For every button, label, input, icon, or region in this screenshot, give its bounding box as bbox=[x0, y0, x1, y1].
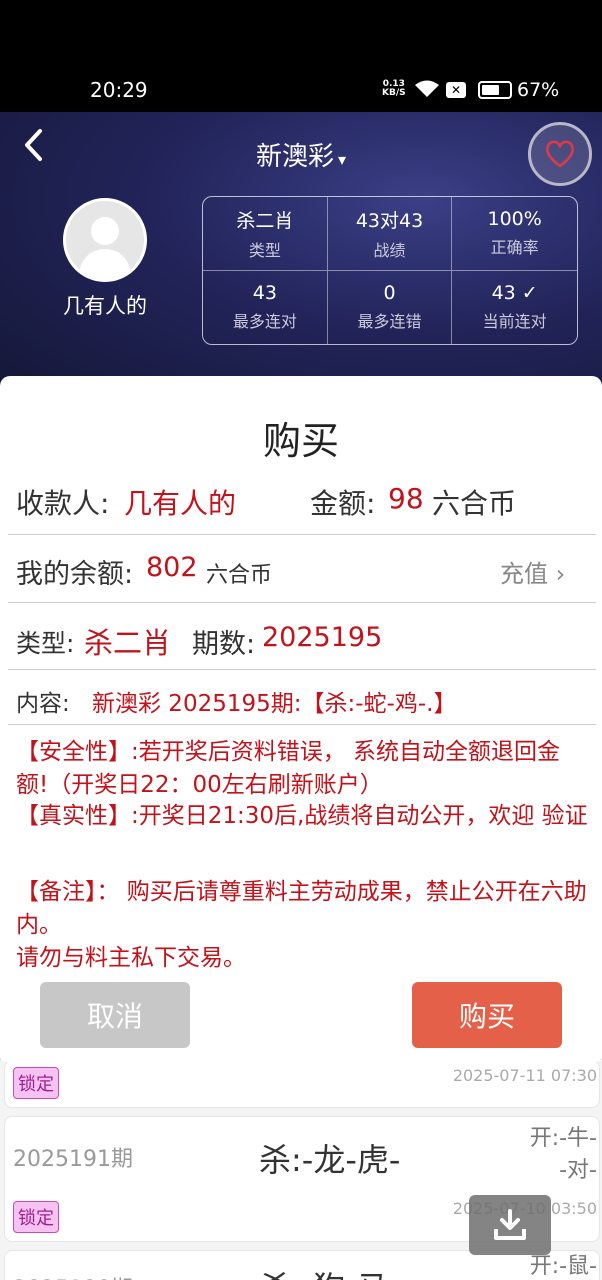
period-value: 2025195 bbox=[262, 622, 383, 653]
stat-value: 100% bbox=[487, 208, 542, 231]
cancel-button[interactable]: 取消 bbox=[40, 982, 190, 1048]
content-value: 新澳彩 2025195期:【杀:-蛇-鸡-.】 bbox=[92, 691, 457, 717]
stat-label: 当前连对 bbox=[482, 312, 547, 332]
balance-value: 802 bbox=[146, 552, 198, 583]
item-period: 2025191期 bbox=[13, 1147, 133, 1172]
battery-percent: 67% bbox=[517, 79, 560, 101]
stats-grid: 杀二肖类型 43对43 战绩 100% 正确率 43 最多连对 0 最多连错 43 ✓ 当… bbox=[202, 196, 578, 345]
payee-label: 收款人: bbox=[16, 487, 110, 520]
balance-label: 我的余额: bbox=[16, 559, 134, 590]
battery-icon bbox=[478, 81, 512, 99]
item-pick: 杀:-狗-马- bbox=[259, 1263, 400, 1280]
notice-remark: 【备注】： 购买后请尊重料主劳动成果，禁止公开在六助内。 bbox=[16, 879, 587, 938]
stat-type: 杀二肖 类型 bbox=[203, 197, 328, 271]
stat-value: 43对43 bbox=[355, 209, 424, 232]
page-title: 新澳彩 bbox=[255, 142, 334, 172]
stat-record: 43对43 战绩 bbox=[327, 197, 453, 271]
item-result-status: -对- bbox=[559, 1158, 597, 1183]
lottery-selector[interactable]: 新澳彩 ▾ bbox=[0, 136, 602, 173]
divider bbox=[8, 669, 596, 670]
favorite-button[interactable] bbox=[528, 122, 592, 186]
user-icon bbox=[78, 217, 132, 279]
balance-currency: 六合币 bbox=[206, 563, 273, 588]
stat-value: 0 bbox=[383, 282, 396, 305]
item-pick: 杀:-龙-虎- bbox=[259, 1141, 401, 1179]
network-speed-unit: KB/S bbox=[382, 88, 406, 98]
stat-accuracy: 100% 正确率 bbox=[452, 197, 577, 271]
payee-name: 几有人的 bbox=[124, 487, 237, 520]
author-name: 几有人的 bbox=[63, 294, 147, 318]
divider bbox=[8, 724, 596, 725]
divider bbox=[8, 602, 596, 603]
amount-label: 金额: bbox=[310, 487, 376, 520]
divider bbox=[8, 534, 596, 535]
profile-header: 新澳彩 ▾ 几有人的 杀二肖类型 43对43 战绩 100% 正确率 43 最多连对 0… bbox=[0, 112, 602, 402]
item-result-draw: 开:-鼠- bbox=[529, 1254, 597, 1279]
recharge-label: 充值 bbox=[500, 560, 548, 588]
content-label: 内容: bbox=[16, 691, 70, 717]
item-result: 开:-牛- -对- bbox=[530, 1123, 597, 1187]
dialog-title: 购买 bbox=[262, 419, 339, 463]
amount-value: 98 bbox=[388, 482, 424, 515]
status-bar: 20:29 0.13 KB/S ✕ 67% bbox=[0, 0, 602, 112]
recharge-link[interactable]: 充值 › bbox=[500, 554, 565, 589]
lock-badge: 锁定 bbox=[13, 1067, 59, 1099]
clock: 20:29 bbox=[90, 78, 148, 102]
stat-current-streak: 43 ✓ 当前连对 bbox=[452, 271, 577, 345]
network-speed: 0.13 KB/S bbox=[382, 80, 406, 98]
stat-label: 类型 bbox=[248, 240, 281, 260]
period-label: 期数: bbox=[192, 629, 256, 660]
stat-value: 43 ✓ bbox=[491, 282, 538, 305]
wifi-icon bbox=[415, 80, 439, 97]
type-value: 杀二肖 bbox=[84, 626, 172, 660]
stat-value: 杀二肖 bbox=[236, 209, 294, 232]
chevron-down-icon: ▾ bbox=[337, 150, 347, 169]
amount-currency: 六合币 bbox=[432, 487, 517, 520]
lock-badge: 锁定 bbox=[13, 1201, 59, 1233]
notification-icon: ✕ bbox=[446, 82, 466, 98]
stat-label: 最多连对 bbox=[232, 312, 297, 332]
stat-label: 战绩 bbox=[373, 240, 406, 260]
battery-fill bbox=[482, 85, 499, 95]
item-result-draw: 开:-牛- bbox=[529, 1126, 597, 1151]
avatar[interactable] bbox=[63, 198, 147, 282]
notice-safety: 【安全性】:若开奖后资料错误， 系统自动全额退回金额!（开奖日22：00左右刷新… bbox=[16, 739, 561, 798]
stat-label: 最多连错 bbox=[357, 312, 422, 332]
chevron-right-icon: › bbox=[555, 560, 566, 588]
stat-value: 43 bbox=[252, 282, 277, 305]
list-item[interactable]: 锁定 2025-07-11 07:30 bbox=[4, 1060, 600, 1108]
item-period: 2025190期 bbox=[13, 1271, 133, 1280]
buy-button[interactable]: 购买 bbox=[412, 982, 562, 1048]
stat-max-streak-win: 43 最多连对 bbox=[203, 270, 328, 344]
heart-icon bbox=[546, 140, 574, 168]
item-date: 2025-07-11 07:30 bbox=[452, 1066, 597, 1085]
type-label: 类型: bbox=[16, 629, 75, 658]
stat-max-streak-loss: 0 最多连错 bbox=[328, 270, 453, 344]
stat-label: 正确率 bbox=[490, 238, 539, 258]
download-button[interactable] bbox=[469, 1195, 551, 1255]
notice-trade: 请勿与料主私下交易。 bbox=[16, 945, 246, 971]
notice-authenticity: 【真实性】:开奖日21:30后,战绩将自动公开，欢迎 验证 bbox=[16, 803, 588, 829]
purchase-dialog: 购买 收款人: 几有人的 金额: 98 六合币 我的余额: 802 六合币 充值… bbox=[0, 376, 602, 1062]
download-icon bbox=[494, 1209, 526, 1240]
